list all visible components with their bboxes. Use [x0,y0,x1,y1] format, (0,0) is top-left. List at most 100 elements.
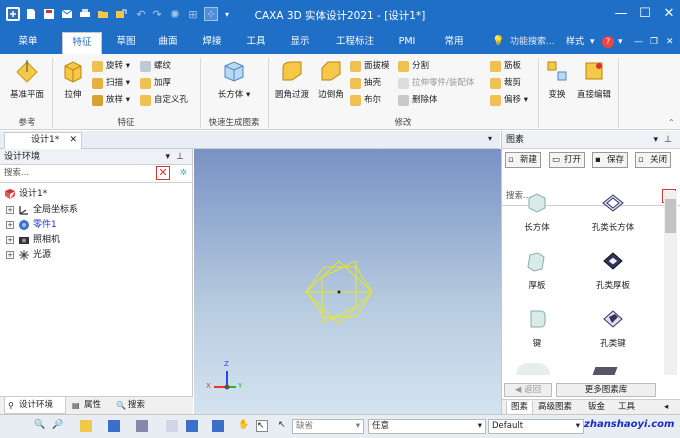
tree-item-global-coordinate[interactable]: + 全局坐标系 [6,203,78,217]
viewport-canvas[interactable] [194,149,501,414]
tab-primitives[interactable]: 图素 [506,401,534,415]
tree-item-light[interactable]: + 光源 [6,248,51,262]
3d-viewport[interactable]: Z X Y [194,149,501,414]
tab-annotation[interactable]: 工程标注 [330,30,380,54]
tab-features[interactable]: 特征 [62,32,102,54]
ribbon-collapse-icon[interactable]: ⌃ [668,118,675,127]
boolean-button[interactable]: 布尔 [350,93,381,107]
tree-item-camera[interactable]: + 照相机 [6,233,60,247]
chamfer-button[interactable]: 边倒角 [314,58,348,100]
filter-dropdown[interactable]: 缺省 ▾ [292,419,364,434]
section-icon[interactable] [136,420,148,432]
box-button[interactable]: 长方体 ▾ [206,58,262,100]
draft-button[interactable]: 面拔模 [350,59,390,73]
delete-body-button[interactable]: 删除体 [398,93,438,107]
rib-button[interactable]: 筋板 [490,59,521,73]
tab-surface[interactable]: 曲面 [150,30,186,54]
catalog-item-hole-plate[interactable]: 孔类厚板 [578,249,648,291]
pointer-icon[interactable]: ↖ [278,420,290,432]
back-button[interactable]: ◀ 返回 [504,383,552,397]
doc-minimize-button[interactable]: — [634,30,643,54]
tab-scroll-icon[interactable]: ◂ [664,401,668,414]
expand-icon[interactable]: + [6,236,14,244]
pin-icon[interactable]: ⊥ [176,149,184,165]
tab-design-environment[interactable]: ⚲ 设计环境 [4,397,66,414]
expand-icon[interactable]: + [6,251,14,259]
close-catalog-button[interactable]: ▫ 关闭 [635,152,672,168]
more-catalog-button[interactable]: 更多图素库 [556,383,656,397]
custom-hole-button[interactable]: 自定义孔 [140,93,188,107]
scroll-thumb[interactable] [665,199,676,233]
tab-tools[interactable]: 工具 [618,401,635,414]
panel-menu-icon[interactable]: ▾ [165,149,170,165]
tree-item-root[interactable]: 设计1* [4,187,47,201]
feature-search[interactable]: 功能搜索... [510,30,555,54]
clear-search-icon[interactable]: ✕ [156,166,170,180]
select-cursor-icon[interactable]: ↖ [256,420,268,432]
measure-icon[interactable] [166,420,178,432]
tab-weld[interactable]: 焊接 [194,30,230,54]
catalog-item-plate[interactable]: 厚板 [502,249,572,291]
tab-sheet-metal[interactable]: 钣金 [588,401,605,414]
tab-pmi[interactable]: PMI [392,30,422,54]
transform-button[interactable]: 变换 [542,58,572,100]
display-mode-icon[interactable] [186,420,198,432]
open-catalog-button[interactable]: ▭ 打开 [549,152,586,168]
catalog-item-hole-box[interactable]: 孔类长方体 [578,191,648,233]
doc-close-button[interactable]: ✕ [666,30,674,54]
render-mode-icon[interactable] [108,420,120,432]
tab-tools[interactable]: 工具 [238,30,274,54]
shell-button[interactable]: 抽壳 [350,76,381,90]
thread-button[interactable]: 螺纹 [140,59,171,73]
catalog-item-box[interactable]: 长方体 [502,191,572,233]
close-button[interactable]: ✕ [658,4,680,24]
tree-item-part1[interactable]: + 零件1 [6,218,57,232]
tab-display[interactable]: 显示 [282,30,318,54]
pick-filter-dropdown[interactable]: 任意 ▾ [368,419,486,434]
filter-icon[interactable]: ✲ [180,165,187,182]
catalog-scrollbar[interactable] [664,191,677,375]
catalog-item-hole-key[interactable]: 孔类键 [578,307,648,349]
doc-restore-button[interactable]: ❐ [650,30,658,54]
tab-list-icon[interactable]: ▾ [488,134,492,143]
minimize-button[interactable]: — [610,4,632,24]
tab-menu[interactable]: 菜单 [10,30,46,54]
tab-search[interactable]: 🔍 搜索 [114,397,145,414]
help-icon[interactable]: ? [602,36,614,48]
tab-advanced-primitives[interactable]: 高级图素 [538,401,572,414]
extrude-part-button[interactable]: 拉伸零件/装配体 [398,76,474,90]
extrude-button[interactable]: 拉伸 [56,58,90,100]
trim-button[interactable]: 裁剪 [490,76,521,90]
tab-sketch[interactable]: 草图 [108,30,144,54]
zoom-fit-icon[interactable]: 🔎 [52,420,64,432]
panel-menu-icon[interactable]: ▾ [653,131,658,149]
tree-search-input[interactable]: 搜索... [4,168,29,178]
split-button[interactable]: 分割 [398,59,429,73]
hand-icon[interactable]: ✋ [238,420,250,432]
save-catalog-button[interactable]: ▪ 保存 [592,152,629,168]
pin-icon[interactable]: ⊥ [664,131,672,149]
tab-common[interactable]: 常用 [436,30,472,54]
expand-icon[interactable]: + [6,221,14,229]
style-dropdown[interactable]: Default ▾ [488,419,584,434]
offset-button[interactable]: 偏移 ▾ [490,93,528,107]
style-dropdown-icon[interactable]: ▾ [590,30,595,54]
direct-edit-button[interactable]: 直接编辑 [574,58,614,100]
new-catalog-button[interactable]: ▫ 新建 [505,152,542,168]
style-menu[interactable]: 样式 [566,30,584,54]
zoom-icon[interactable]: 🔍 [34,420,46,432]
doc-tab[interactable]: 设计1* ✕ [4,132,82,149]
catalog-item-key[interactable]: 键 [502,307,572,349]
expand-icon[interactable]: + [6,206,14,214]
fillet-button[interactable]: 圆角过渡 [272,58,312,100]
sweep-button[interactable]: 扫描 ▾ [92,76,130,90]
help-dropdown-icon[interactable]: ▾ [618,30,623,54]
box-select-icon[interactable] [212,420,224,432]
tree-search[interactable]: 搜索... ✕ ✲ [0,165,192,183]
datum-plane-button[interactable]: 基准平面 [6,58,48,100]
maximize-button[interactable]: ☐ [634,4,656,24]
close-icon[interactable]: ✕ [69,133,77,148]
tab-properties[interactable]: ▤ 属性 [70,397,101,414]
thicken-button[interactable]: 加厚 [140,76,171,90]
loft-button[interactable]: 放样 ▾ [92,93,130,107]
